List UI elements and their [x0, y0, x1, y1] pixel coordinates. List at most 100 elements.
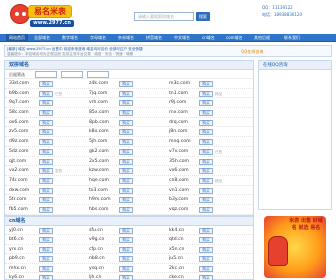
- buy-button[interactable]: 购买: [199, 100, 213, 107]
- buy-button[interactable]: 购买: [119, 237, 133, 244]
- domain-name[interactable]: 5dz.com: [9, 149, 29, 155]
- buy-button[interactable]: 购买: [39, 265, 53, 272]
- domain-name[interactable]: mhx.cn: [9, 266, 26, 272]
- domain-name[interactable]: bt6.cn: [9, 237, 24, 243]
- domain-name[interactable]: 35h.com: [169, 159, 189, 165]
- buy-button[interactable]: 购买: [39, 237, 53, 244]
- domain-name[interactable]: v9g.cn: [89, 237, 104, 243]
- buy-button[interactable]: 购买: [39, 129, 53, 136]
- domain-name[interactable]: 8pb.com: [89, 120, 109, 126]
- buy-button[interactable]: 购买: [199, 197, 213, 204]
- domain-name[interactable]: r9j.com: [169, 100, 186, 106]
- domain-name[interactable]: d9z.com: [9, 139, 29, 145]
- buy-button[interactable]: 购买: [119, 228, 133, 234]
- buy-button[interactable]: 购买: [119, 148, 133, 155]
- buy-button[interactable]: 购买: [39, 228, 53, 234]
- buy-button[interactable]: 购买: [119, 100, 133, 107]
- domain-name[interactable]: rnx.com: [169, 110, 188, 116]
- domain-name[interactable]: dxw.com: [9, 188, 29, 194]
- buy-button[interactable]: 购买: [199, 90, 213, 97]
- buy-button[interactable]: 购买: [119, 168, 133, 175]
- domain-name[interactable]: zv5.com: [9, 129, 28, 135]
- domain-name[interactable]: 2kc.cn: [169, 266, 184, 272]
- domain-name[interactable]: 58c.com: [9, 110, 29, 116]
- filter-option[interactable]: [61, 71, 83, 78]
- domain-name[interactable]: ljh.cn: [89, 275, 101, 280]
- buy-button[interactable]: 购买: [199, 148, 213, 155]
- domain-name[interactable]: 7jq.com: [89, 91, 107, 97]
- buy-button[interactable]: 购买: [199, 168, 213, 175]
- domain-name[interactable]: b3y.com: [169, 197, 188, 203]
- buy-button[interactable]: 购买: [39, 90, 53, 97]
- domain-name[interactable]: cn8.com: [169, 178, 189, 184]
- domain-name[interactable]: k8x.com: [89, 129, 109, 135]
- buy-button[interactable]: 购买: [199, 158, 213, 165]
- buy-button[interactable]: 购买: [39, 100, 53, 107]
- site-logo[interactable]: 易名米表 www.2977.cn: [8, 3, 78, 30]
- domain-name[interactable]: 5jh.com: [89, 139, 107, 145]
- buy-button[interactable]: 购买: [39, 206, 53, 213]
- buy-button[interactable]: 购买: [39, 139, 53, 146]
- buy-button[interactable]: 购买: [199, 265, 213, 272]
- buy-button[interactable]: 购买: [199, 187, 213, 194]
- buy-button[interactable]: 购买: [39, 148, 53, 155]
- buy-button[interactable]: 购买: [39, 110, 53, 117]
- buy-button[interactable]: 购买: [119, 206, 133, 213]
- domain-name[interactable]: 5tr.com: [9, 197, 26, 203]
- buy-button[interactable]: 购买: [39, 256, 53, 263]
- buy-button[interactable]: 购买: [39, 119, 53, 126]
- buy-button[interactable]: 购买: [199, 228, 213, 234]
- domain-name[interactable]: vx6.com: [169, 168, 189, 174]
- nav-item-mixed[interactable]: 杂米域名: [118, 34, 134, 42]
- domain-name[interactable]: gk2.com: [89, 149, 109, 155]
- buy-button[interactable]: 购买: [199, 177, 213, 184]
- buy-button[interactable]: 购买: [39, 81, 53, 87]
- buy-button[interactable]: 购买: [119, 158, 133, 165]
- buy-button[interactable]: 购买: [199, 274, 213, 280]
- nav-item-chinese[interactable]: 中文域名: [174, 34, 190, 42]
- buy-button[interactable]: 购买: [39, 158, 53, 165]
- buy-button[interactable]: 购买: [199, 139, 213, 146]
- domain-name[interactable]: qtd.cn: [169, 237, 184, 243]
- nav-item-contact[interactable]: 联系我们: [284, 34, 300, 42]
- buy-button[interactable]: 购买: [119, 81, 133, 87]
- domain-name[interactable]: pb9.cn: [9, 256, 25, 262]
- nav-item-cn[interactable]: cn域名: [202, 34, 215, 42]
- buy-button[interactable]: 购买: [39, 168, 53, 175]
- buy-button[interactable]: 购买: [119, 129, 133, 136]
- buy-button[interactable]: 购买: [119, 256, 133, 263]
- domain-name[interactable]: ox6.com: [9, 120, 29, 126]
- buy-button[interactable]: 购买: [199, 81, 213, 87]
- filter-option[interactable]: [35, 71, 57, 78]
- buy-button[interactable]: 购买: [199, 110, 213, 117]
- buy-button[interactable]: 购买: [119, 90, 133, 97]
- buy-button[interactable]: 购买: [199, 237, 213, 244]
- buy-button[interactable]: 购买: [199, 129, 213, 136]
- notice-qq-link[interactable]: QQ在线咨询: [241, 49, 263, 55]
- domain-name[interactable]: tn1.com: [169, 91, 188, 97]
- domain-name[interactable]: j8n.com: [169, 129, 187, 135]
- domain-name[interactable]: b9b.com: [9, 91, 29, 97]
- nav-item-other[interactable]: 其他后缀: [254, 34, 270, 42]
- domain-name[interactable]: 85x.com: [89, 110, 109, 116]
- nav-item-com[interactable]: com域名: [226, 34, 243, 42]
- buy-button[interactable]: 购买: [119, 187, 133, 194]
- domain-name[interactable]: 9q7.com: [9, 100, 29, 106]
- domain-name[interactable]: vrh.com: [89, 100, 108, 106]
- nav-item-letter[interactable]: 字母域名: [90, 34, 106, 42]
- buy-button[interactable]: 购买: [39, 187, 53, 194]
- domain-name[interactable]: cfp.cn: [89, 247, 103, 253]
- domain-name[interactable]: vn1.com: [169, 188, 189, 194]
- domain-name[interactable]: x5n.cn: [169, 247, 184, 253]
- buy-button[interactable]: 购买: [39, 246, 53, 253]
- domain-name[interactable]: ju5.cn: [169, 256, 183, 262]
- buy-button[interactable]: 购买: [119, 246, 133, 253]
- buy-button[interactable]: 购买: [119, 110, 133, 117]
- domain-name[interactable]: hqe.com: [89, 178, 109, 184]
- buy-button[interactable]: 购买: [119, 119, 133, 126]
- domain-name[interactable]: sfu.cn: [89, 228, 103, 234]
- domain-name[interactable]: tx3.com: [89, 188, 108, 194]
- domain-name[interactable]: hbs.com: [89, 207, 109, 213]
- buy-button[interactable]: 购买: [119, 265, 133, 272]
- nav-item-digit[interactable]: 数字域名: [62, 34, 78, 42]
